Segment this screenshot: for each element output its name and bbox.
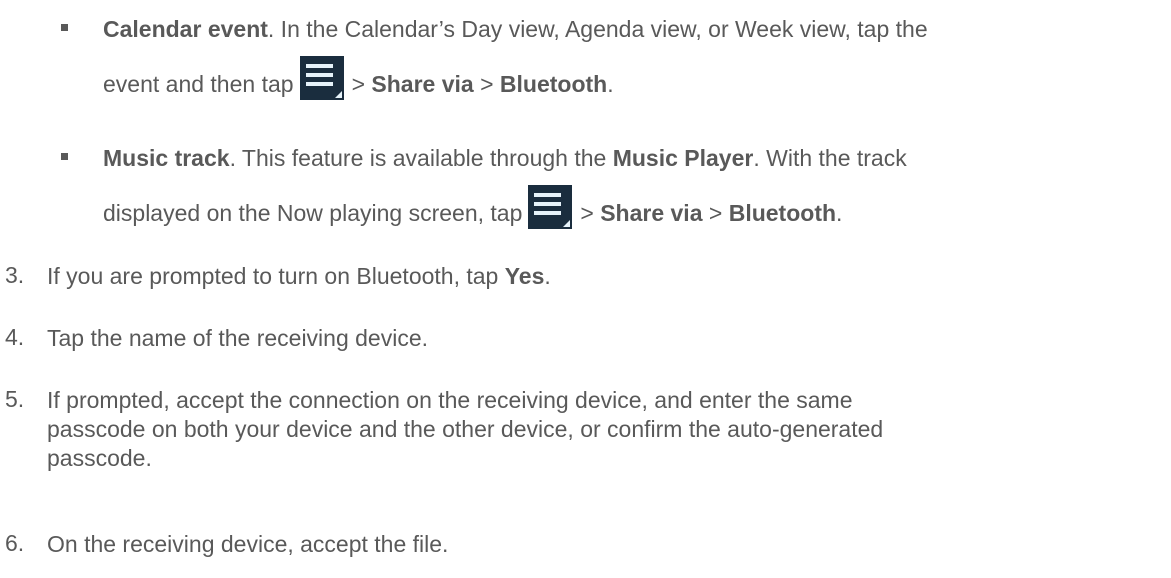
period: . xyxy=(544,263,551,289)
bullet-text: . In the Calendar’s Day view, Agenda vie… xyxy=(267,16,928,42)
menu-icon xyxy=(528,185,573,229)
bullet-marker xyxy=(61,153,68,160)
bullet-marker xyxy=(61,24,68,31)
document-page: Calendar event. In the Calendar’s Day vi… xyxy=(0,0,1171,578)
step-5: 5. If prompted, accept the connection on… xyxy=(5,386,1147,473)
period: . xyxy=(607,71,614,97)
bullet-text: displayed on the Now playing screen, tap xyxy=(103,200,523,226)
separator: > xyxy=(351,71,365,97)
step-text: If you are prompted to turn on Bluetooth… xyxy=(47,262,1147,291)
step-4: 4. Tap the name of the receiving device. xyxy=(5,324,1147,353)
step-text-line: If prompted, accept the connection on th… xyxy=(47,387,853,413)
step-6: 6. On the receiving device, accept the f… xyxy=(5,530,1147,559)
bullet-text: . With the track xyxy=(753,145,907,171)
step-number: 5. xyxy=(5,386,25,412)
bullet-line-2: displayed on the Now playing screen, tap… xyxy=(103,185,1163,240)
step-number: 3. xyxy=(5,262,25,288)
step-text: On the receiving device, accept the file… xyxy=(47,531,449,557)
separator: > xyxy=(708,200,723,226)
separator: > xyxy=(480,71,494,97)
step-text-line: passcode on both your device and the oth… xyxy=(47,416,884,442)
step-number: 6. xyxy=(5,530,25,556)
bluetooth-label: Bluetooth xyxy=(499,71,608,97)
share-via-label: Share via xyxy=(371,71,474,97)
step-number: 4. xyxy=(5,324,25,350)
bullet-line-1: Music track. This feature is available t… xyxy=(103,131,1163,185)
step-text: Tap the name of the receiving device. xyxy=(47,325,429,351)
bullet-calendar-event: Calendar event. In the Calendar’s Day vi… xyxy=(61,2,1163,111)
bullet-text: event and then tap xyxy=(103,71,294,97)
menu-icon xyxy=(299,56,344,100)
share-via-label: Share via xyxy=(600,200,703,226)
bullet-title: Music track xyxy=(103,145,230,171)
bluetooth-label: Bluetooth xyxy=(728,200,837,226)
bullet-text: . This feature is available through the xyxy=(229,145,613,171)
music-player-label: Music Player xyxy=(612,145,754,171)
step-text-line: passcode. xyxy=(47,445,152,471)
bullet-title: Calendar event xyxy=(103,16,268,42)
period: . xyxy=(836,200,843,226)
bullet-line-2: event and then tap > Share via > Bluetoot… xyxy=(103,56,1163,111)
separator: > xyxy=(580,200,594,226)
step-3: 3. If you are prompted to turn on Blueto… xyxy=(5,262,1147,291)
bullet-music-track: Music track. This feature is available t… xyxy=(61,131,1163,240)
yes-label: Yes xyxy=(504,263,545,289)
step-text-part: If you are prompted to turn on Bluetooth… xyxy=(47,263,505,289)
bullet-line-1: Calendar event. In the Calendar’s Day vi… xyxy=(103,2,1163,56)
